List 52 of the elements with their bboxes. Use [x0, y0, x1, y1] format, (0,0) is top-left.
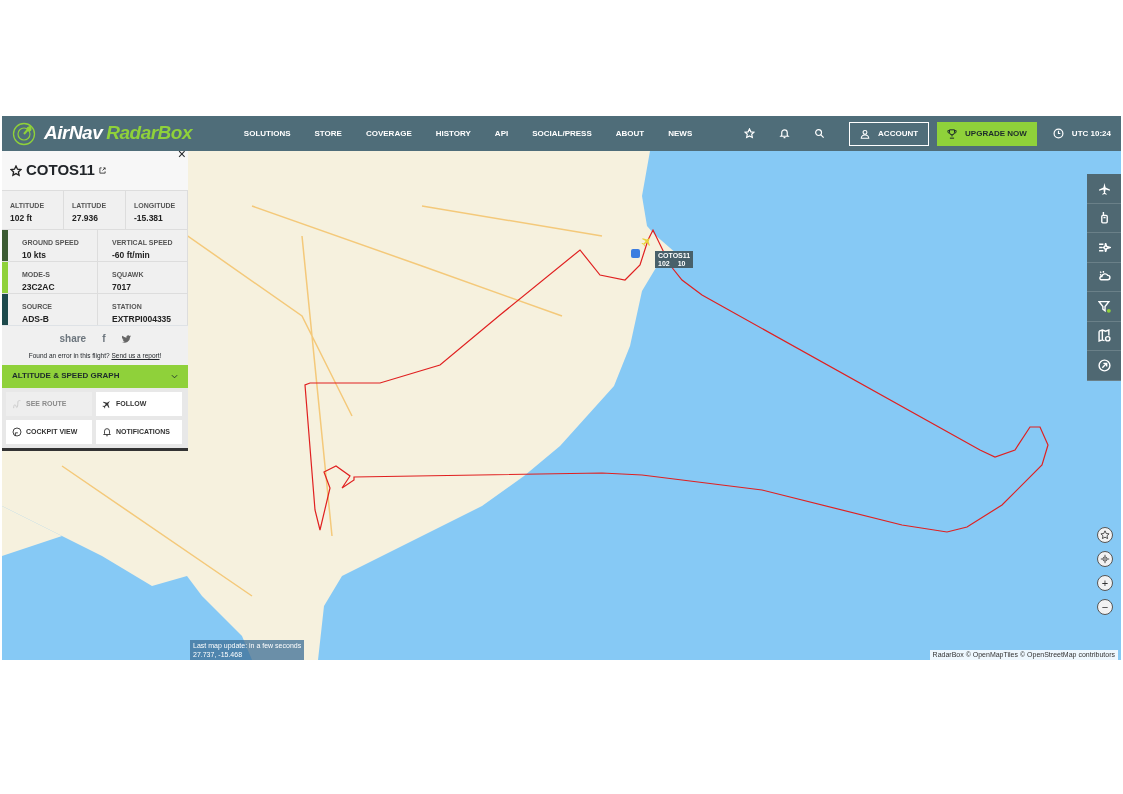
user-icon — [860, 128, 871, 139]
search-icon[interactable] — [814, 128, 826, 139]
nav-link[interactable]: API — [494, 127, 509, 140]
map-control-button[interactable]: + — [1097, 575, 1113, 591]
stat-value: 10 kts — [22, 248, 48, 262]
stat-value: 102 ft — [10, 211, 34, 225]
nav-link[interactable]: SOLUTIONS — [243, 127, 291, 140]
stat-value: -15.381 — [134, 211, 164, 225]
nav-link[interactable]: SOCIAL/PRESS — [532, 127, 592, 140]
stat-value: 27.936 — [72, 211, 99, 225]
notification-icon[interactable] — [779, 128, 791, 139]
radar-logo-icon — [12, 121, 36, 146]
favorite-star-icon[interactable] — [10, 164, 22, 177]
map-control-button[interactable] — [1097, 527, 1113, 543]
trophy-icon — [947, 128, 958, 139]
route-icon — [12, 398, 22, 409]
stat-value: 7017 — [112, 280, 132, 294]
twitter-icon[interactable] — [121, 334, 131, 343]
close-button[interactable]: × — [177, 147, 186, 161]
nav-link[interactable]: STORE — [314, 127, 342, 140]
cockpit-icon — [12, 426, 22, 437]
account-button[interactable]: ACCOUNT — [849, 121, 930, 146]
nav-link[interactable]: ABOUT — [615, 127, 645, 140]
plane-speed-icon — [1097, 240, 1111, 254]
aircraft-icon[interactable] — [641, 237, 651, 247]
map-icon — [1097, 329, 1111, 343]
filter-icon — [1097, 299, 1111, 313]
nav-link[interactable]: NEWS — [668, 127, 693, 140]
stat-value: ADS-B — [22, 312, 50, 326]
upgrade-button[interactable]: UPGRADE NOW — [937, 121, 1037, 146]
chevron-icon — [171, 373, 178, 379]
clock-icon — [1052, 128, 1064, 139]
locate-icon — [1100, 554, 1110, 564]
nav-link[interactable]: HISTORY — [435, 127, 471, 140]
utc-clock: UTC 10:24 — [1071, 127, 1111, 140]
external-link-icon[interactable] — [98, 167, 106, 174]
nav-link[interactable]: COVERAGE — [365, 127, 412, 140]
plane-icon — [102, 398, 112, 409]
favorites-icon[interactable] — [744, 128, 756, 139]
stat-value: -60 ft/min — [112, 248, 151, 262]
flight-callsign: COTOS11 — [26, 160, 95, 181]
plane-icon — [1097, 181, 1111, 195]
map-control-button[interactable] — [1097, 551, 1113, 567]
stat-value: 23C2AC — [22, 280, 56, 294]
logo-link[interactable]: AirNav RadarBox — [44, 119, 192, 148]
map-control-button[interactable]: − — [1097, 599, 1113, 615]
graph-toggle[interactable]: ALTITUDE & SPEED GRAPH — [2, 364, 188, 388]
facebook-icon[interactable]: f — [102, 331, 106, 346]
star-icon — [1100, 530, 1110, 540]
bell-icon — [102, 426, 112, 437]
stat-value: EXTRPI004335 — [112, 312, 173, 326]
share-label: share — [59, 332, 87, 346]
